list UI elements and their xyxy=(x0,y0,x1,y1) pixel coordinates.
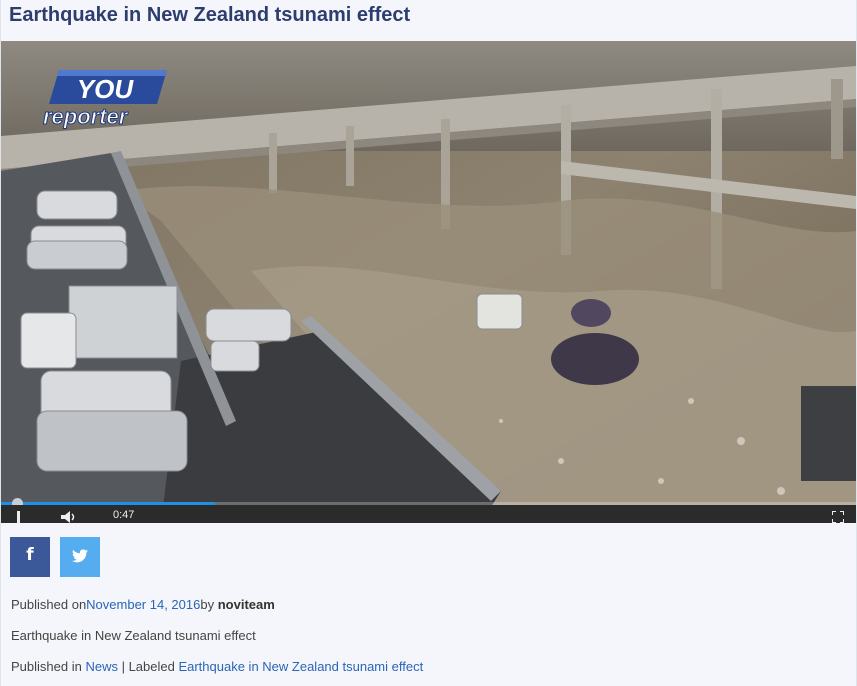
published-in-label: Published in xyxy=(11,659,82,674)
page-title: Earthquake in New Zealand tsunami effect xyxy=(9,4,411,26)
tag-link[interactable]: Earthquake in New Zealand tsunami effect xyxy=(178,659,423,674)
published-prefix: Published on xyxy=(11,597,87,612)
facebook-icon: f xyxy=(26,545,34,565)
published-line: Published onNovember 14, 2016by noviteam xyxy=(11,597,275,612)
twitter-icon xyxy=(72,546,88,564)
time-display: 0:47 xyxy=(113,509,135,521)
taxonomy-line: Published in News | Labeled Earthquake i… xyxy=(11,659,423,674)
volume-icon[interactable] xyxy=(61,511,77,523)
you-reporter-logo: YOU reporter xyxy=(43,70,167,129)
post-excerpt: Earthquake in New Zealand tsunami effect xyxy=(11,628,256,643)
pause-icon[interactable] xyxy=(17,511,27,523)
video-controls: 0:47 xyxy=(1,505,856,523)
labeled-separator: | Labeled xyxy=(117,659,179,674)
author-name[interactable]: noviteam xyxy=(218,597,275,612)
category-link[interactable]: News xyxy=(85,659,118,674)
fullscreen-icon[interactable] xyxy=(832,511,844,523)
logo-text-you: YOU xyxy=(77,74,135,104)
logo-text-reporter: reporter xyxy=(43,104,129,129)
video-player[interactable]: YOU reporter 0:47 xyxy=(1,41,856,523)
date-link[interactable]: November 14, 2016 xyxy=(86,597,200,612)
by-label: by xyxy=(200,597,215,612)
twitter-share-button[interactable] xyxy=(60,537,100,577)
facebook-share-button[interactable]: f xyxy=(10,537,50,577)
